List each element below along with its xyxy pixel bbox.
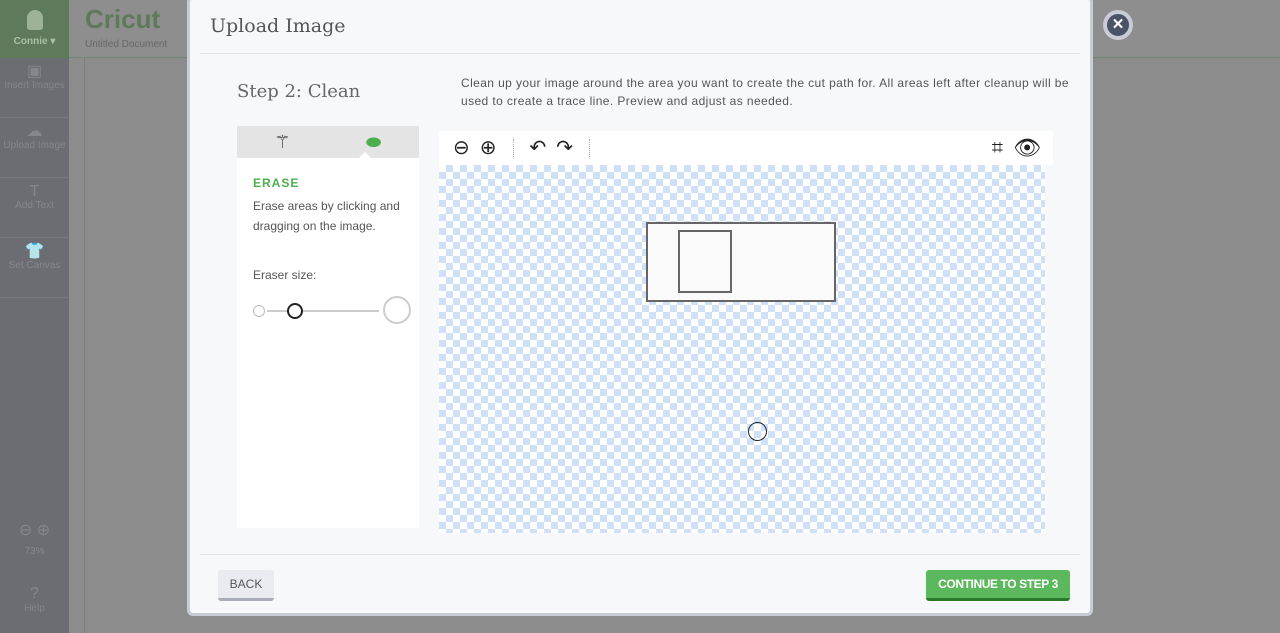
large-size-icon — [383, 296, 411, 324]
user-menu[interactable]: Connie ▾ — [0, 0, 69, 58]
step-title: Step 2: Clean — [237, 81, 361, 102]
erase-description: Erase areas by clicking and dragging on … — [253, 199, 400, 233]
back-button[interactable]: BACK — [218, 570, 274, 601]
zoom-in-icon[interactable]: ⊕ — [37, 522, 50, 539]
upload-image-modal: Upload Image Step 2: Clean Clean up your… — [187, 0, 1093, 616]
small-size-icon — [253, 305, 265, 317]
zoom-in-icon[interactable]: ⊕ — [480, 138, 497, 158]
undo-icon[interactable]: ↶ — [530, 138, 547, 158]
user-icon — [26, 10, 43, 30]
help-button[interactable]: ? Help — [0, 585, 69, 614]
separator — [589, 139, 591, 157]
slider-thumb[interactable] — [287, 303, 303, 319]
divider — [200, 53, 1080, 54]
zoom-out-icon[interactable]: ⊖ — [453, 138, 470, 158]
instructions: Clean up your image around the area you … — [461, 76, 1069, 108]
erase-heading: ERASE — [253, 176, 300, 190]
shirt-icon: 👕 — [24, 243, 45, 260]
eraser-cursor — [748, 422, 767, 441]
vertical-ruler — [69, 58, 85, 633]
sidebar-item-label: Set Canvas — [8, 260, 61, 271]
sidebar-item-label: Add Text — [15, 200, 54, 211]
image-toolbar: ⊖ ⊕ ↶ ↷ ⌗ 👁 — [439, 131, 1053, 165]
image-icon: ▣ — [26, 63, 43, 80]
sidebar-item-upload-image[interactable]: ☁ Upload Image — [0, 118, 69, 178]
tool-tabs: ⚚ ⬬ — [237, 126, 419, 158]
image-inner-rectangle — [678, 230, 732, 293]
tab-magic-wand[interactable]: ⚚ — [237, 126, 328, 158]
tool-panel: ⚚ ⬬ ERASE Erase areas by clicking and dr… — [237, 126, 419, 528]
eraser-size-slider[interactable] — [253, 296, 413, 326]
redo-icon[interactable]: ↷ — [556, 138, 573, 158]
zoom-controls: ⊖ ⊕ 73% — [0, 520, 69, 557]
sidebar-item-insert-images[interactable]: ▣ Insert Images — [0, 58, 69, 118]
active-tab-indicator — [359, 152, 371, 158]
continue-button[interactable]: CONTINUE TO STEP 3 — [926, 570, 1070, 601]
image-outer-rectangle — [646, 222, 836, 302]
sidebar-item-label: Upload Image — [3, 140, 66, 151]
cloud-upload-icon: ☁ — [26, 123, 43, 140]
help-icon: ? — [30, 585, 39, 602]
eraser-icon: ⬬ — [365, 131, 382, 152]
zoom-level: 73% — [24, 546, 45, 557]
divider — [200, 554, 1080, 555]
sidebar-item-label: Insert Images — [4, 80, 65, 91]
image-canvas[interactable] — [439, 165, 1045, 533]
eraser-size-label: Eraser size: — [253, 268, 317, 282]
sidebar-item-set-canvas[interactable]: 👕 Set Canvas — [0, 238, 69, 298]
help-label: Help — [24, 603, 45, 614]
crop-icon[interactable]: ⌗ — [992, 138, 1003, 158]
modal-title: Upload Image — [210, 15, 346, 37]
document-title: Untitled Document — [85, 39, 168, 50]
slider-track[interactable] — [267, 310, 379, 312]
sidebar-item-add-text[interactable]: T Add Text — [0, 178, 69, 238]
sidebar: Connie ▾ ▣ Insert Images ☁ Upload Image TA… — [0, 0, 69, 633]
user-name: Connie ▾ — [13, 36, 56, 47]
text-icon: T — [29, 183, 40, 200]
cricut-logo: Cricut — [85, 4, 161, 34]
separator — [512, 139, 514, 157]
zoom-out-icon[interactable]: ⊖ — [19, 522, 32, 539]
close-icon[interactable]: ✕ — [1103, 10, 1133, 40]
tab-eraser[interactable]: ⬬ — [328, 126, 419, 158]
magic-wand-icon: ⚚ — [274, 131, 291, 152]
eye-icon[interactable]: 👁 — [1013, 137, 1041, 159]
